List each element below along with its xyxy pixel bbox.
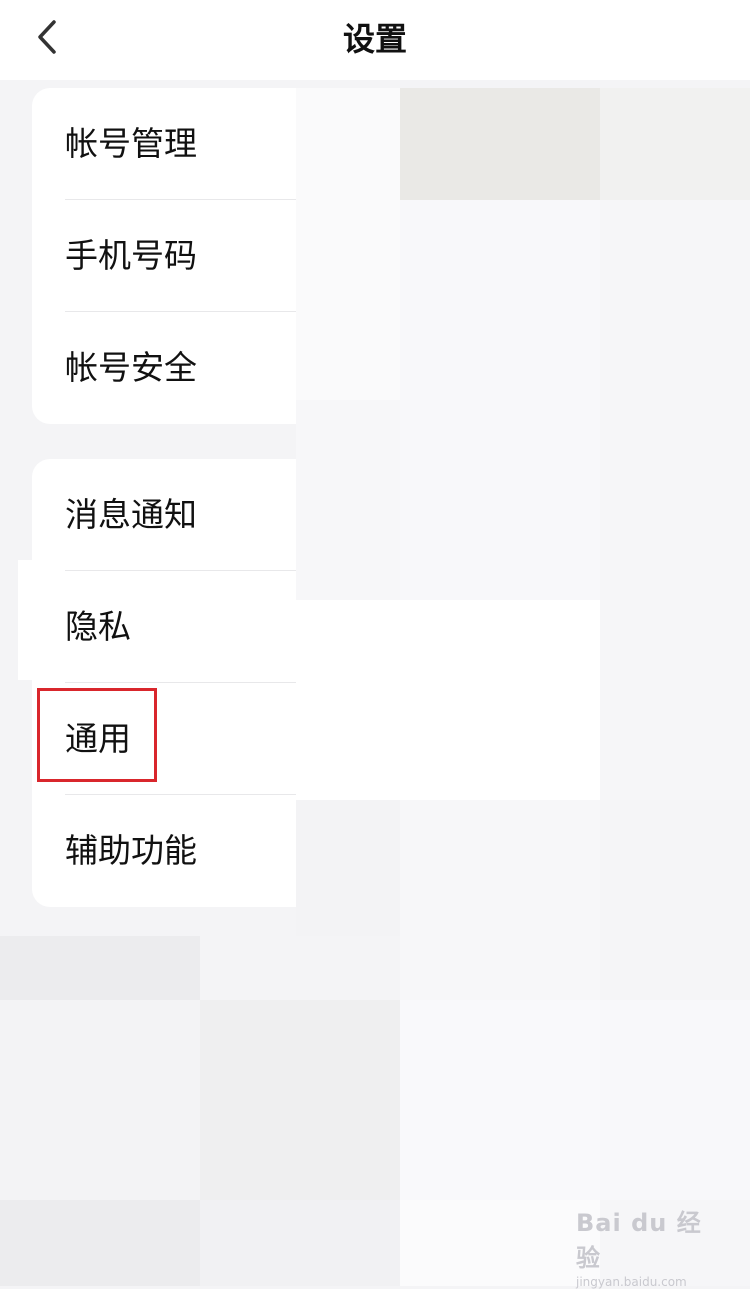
settings-item-label: 帐号安全 — [65, 348, 197, 387]
watermark-brand: Bai du 经验 — [576, 1209, 702, 1272]
nav-header: 设置 — [0, 0, 750, 80]
pixel-block — [296, 88, 400, 400]
settings-item-label: 消息通知 — [65, 495, 197, 534]
settings-item-general[interactable]: 通用 — [32, 683, 296, 795]
settings-group-general: 消息通知 隐私 通用 辅助功能 — [32, 459, 296, 907]
pixel-block — [400, 200, 600, 600]
settings-item-label: 隐私 — [65, 607, 131, 646]
settings-item-label: 辅助功能 — [65, 831, 197, 870]
settings-item-phone-number[interactable]: 手机号码 — [32, 200, 296, 312]
settings-item-label: 手机号码 — [65, 236, 197, 275]
pixel-block — [200, 1200, 400, 1286]
pixel-block — [400, 800, 600, 1000]
pixel-block — [400, 88, 600, 200]
pixel-block — [600, 1000, 750, 1200]
pixel-block — [400, 1000, 600, 1200]
page-title: 设置 — [342, 20, 407, 58]
settings-item-label: 通用 — [65, 719, 131, 758]
pixel-block — [600, 200, 750, 800]
pixel-block — [0, 1200, 200, 1286]
pixel-block — [200, 1000, 400, 1200]
settings-item-notifications[interactable]: 消息通知 — [32, 459, 296, 571]
settings-item-label: 帐号管理 — [65, 124, 197, 163]
settings-item-accessibility[interactable]: 辅助功能 — [32, 795, 296, 907]
pixel-block — [296, 400, 400, 600]
pixel-block — [200, 936, 296, 1000]
pixel-block — [296, 600, 600, 800]
pixel-block — [0, 1000, 200, 1200]
watermark-url: jingyan.baidu.com — [576, 1275, 687, 1289]
watermark: Bai du 经验 jingyan.baidu.com — [576, 1203, 726, 1289]
settings-item-account-security[interactable]: 帐号安全 — [32, 312, 296, 424]
settings-item-privacy[interactable]: 隐私 — [32, 571, 296, 683]
pixel-block — [400, 1200, 600, 1286]
settings-item-account-management[interactable]: 帐号管理 — [32, 88, 296, 200]
pixel-block — [0, 936, 200, 1000]
pixel-block — [600, 88, 750, 200]
settings-group-account: 帐号管理 手机号码 帐号安全 — [32, 88, 296, 424]
pixel-block — [296, 800, 400, 936]
pixel-block — [600, 800, 750, 1000]
